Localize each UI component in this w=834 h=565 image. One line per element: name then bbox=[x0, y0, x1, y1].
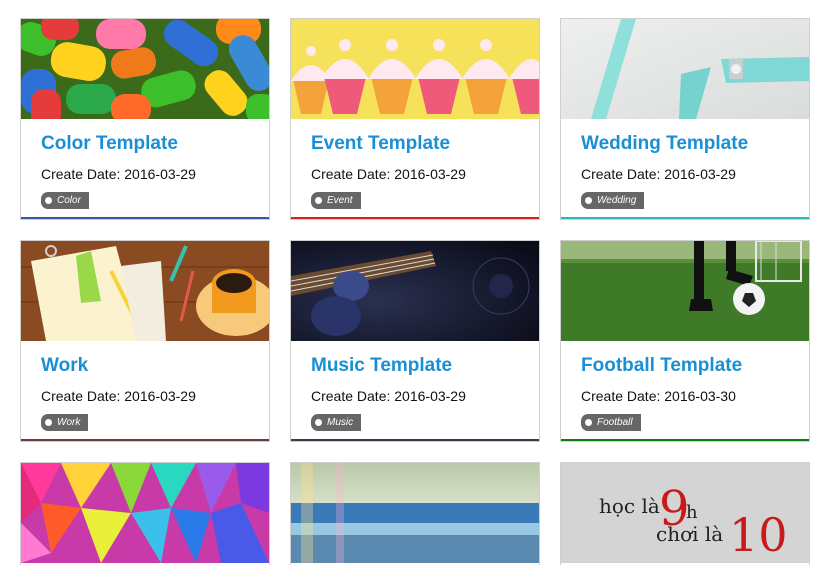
card-title[interactable]: Wedding Template bbox=[581, 133, 748, 155]
accent-bar bbox=[21, 217, 269, 219]
template-card-work[interactable]: Work Create Date: 2016-03-29 Work bbox=[20, 240, 270, 442]
template-card-color[interactable]: Color Template Create Date: 2016-03-29 C… bbox=[20, 18, 270, 220]
image-number-10: 10 bbox=[729, 508, 788, 562]
template-card-wedding[interactable]: Wedding Template Create Date: 2016-03-29… bbox=[560, 18, 810, 220]
tag-badge[interactable]: Color bbox=[41, 192, 89, 209]
tag-badge[interactable]: Music bbox=[311, 414, 362, 431]
card-title[interactable]: Work bbox=[41, 355, 88, 377]
tag-badge[interactable]: Work bbox=[41, 414, 89, 431]
tag-badge[interactable]: Football bbox=[581, 414, 641, 431]
image-text-2: chơi là bbox=[656, 522, 723, 546]
guitar-image[interactable] bbox=[291, 241, 539, 341]
accent-bar bbox=[291, 217, 539, 219]
tag-badge[interactable]: Event bbox=[311, 192, 361, 209]
beach-image[interactable] bbox=[291, 463, 539, 563]
polygon-image[interactable] bbox=[21, 463, 269, 563]
template-card-music[interactable]: Music Template Create Date: 2016-03-29 M… bbox=[290, 240, 540, 442]
card-title[interactable]: Football Template bbox=[581, 355, 742, 377]
card-title[interactable]: Color Template bbox=[41, 133, 178, 155]
template-card-handwriting[interactable]: học là 9 h chơi là 10 bbox=[560, 462, 810, 565]
jelly-beans-image[interactable] bbox=[21, 19, 269, 119]
accent-bar bbox=[561, 439, 809, 441]
handwriting-image[interactable]: học là 9 h chơi là 10 bbox=[561, 463, 809, 563]
template-card-event[interactable]: Event Template Create Date: 2016-03-29 E… bbox=[290, 18, 540, 220]
tag-badge[interactable]: Wedding bbox=[581, 192, 645, 209]
template-card-beach[interactable] bbox=[290, 462, 540, 565]
ribbon-image[interactable] bbox=[561, 19, 809, 119]
card-title[interactable]: Music Template bbox=[311, 355, 452, 377]
accent-bar bbox=[561, 217, 809, 219]
football-image[interactable] bbox=[561, 241, 809, 341]
image-text-1: học là bbox=[599, 494, 660, 518]
accent-bar bbox=[21, 439, 269, 441]
card-title[interactable]: Event Template bbox=[311, 133, 450, 155]
image-text-h: h bbox=[686, 502, 698, 523]
create-date: Create Date: 2016-03-30 bbox=[581, 388, 736, 404]
accent-bar bbox=[291, 439, 539, 441]
template-card-football[interactable]: Football Template Create Date: 2016-03-3… bbox=[560, 240, 810, 442]
create-date: Create Date: 2016-03-29 bbox=[41, 388, 196, 404]
create-date: Create Date: 2016-03-29 bbox=[311, 166, 466, 182]
cupcakes-image[interactable] bbox=[291, 19, 539, 119]
create-date: Create Date: 2016-03-29 bbox=[581, 166, 736, 182]
template-card-polygon[interactable] bbox=[20, 462, 270, 565]
create-date: Create Date: 2016-03-29 bbox=[311, 388, 466, 404]
create-date: Create Date: 2016-03-29 bbox=[41, 166, 196, 182]
desk-image[interactable] bbox=[21, 241, 269, 341]
